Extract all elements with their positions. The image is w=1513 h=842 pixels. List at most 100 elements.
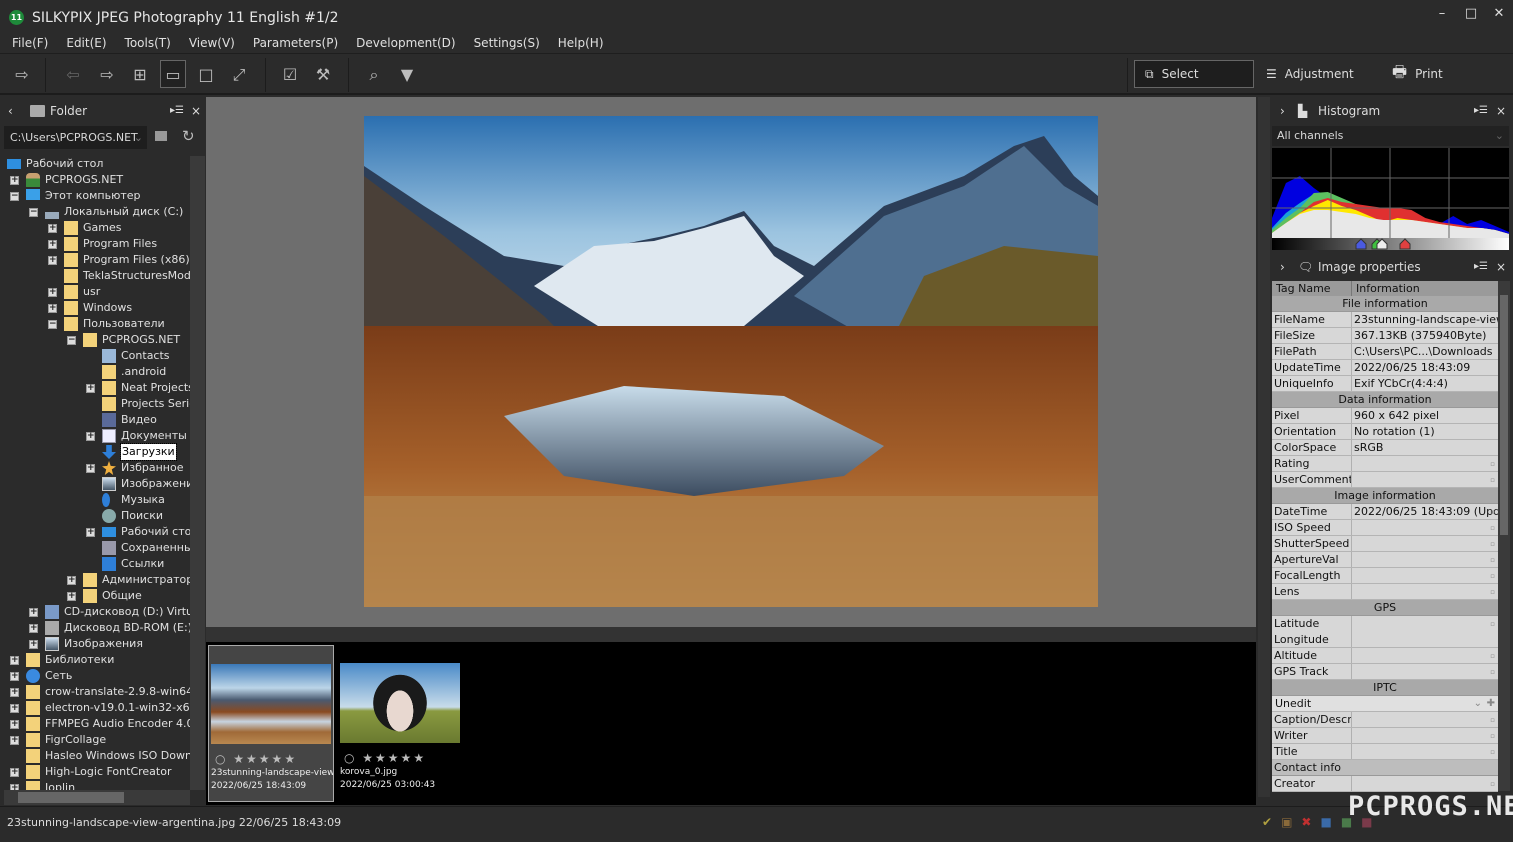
edit-icon[interactable]: ▫ — [1490, 472, 1495, 487]
tree-item[interactable]: .android — [0, 364, 190, 380]
expand-icon[interactable]: + — [10, 720, 19, 729]
tree-item[interactable]: + Документы — [0, 428, 190, 444]
delete-icon[interactable]: ✖ — [1301, 815, 1311, 829]
expand-icon[interactable]: + — [48, 288, 57, 297]
tree-item[interactable]: Рабочий стол — [0, 156, 190, 172]
tag-value[interactable]: ▫ — [1352, 584, 1498, 599]
tree-item[interactable]: Загрузки — [0, 443, 190, 461]
tree-vertical-scrollbar[interactable] — [190, 156, 205, 790]
tree-item[interactable]: + Общие — [0, 588, 190, 604]
edit-icon[interactable]: ▫ — [1490, 584, 1495, 599]
add-icon[interactable]: ✚ — [1487, 696, 1495, 711]
thumbnail-item[interactable]: ○ ★★★★★ korova_0.jpg 2022/06/25 03:00:43 — [338, 645, 464, 802]
tree-item[interactable]: + usr — [0, 284, 190, 300]
menu-item[interactable]: View(V) — [177, 33, 241, 53]
expand-icon[interactable]: + — [10, 656, 19, 665]
menu-item[interactable]: Tools(T) — [113, 33, 177, 53]
tree-item[interactable]: Contacts — [0, 348, 190, 364]
expand-icon[interactable]: + — [29, 640, 38, 649]
preview-photo[interactable] — [364, 116, 1098, 607]
tag-value[interactable]: ▫ — [1352, 744, 1498, 759]
menu-item[interactable]: Help(H) — [546, 33, 610, 53]
channel-dropdown[interactable]: All channels ⌄ — [1272, 126, 1509, 146]
tree-item[interactable]: − Этот компьютер — [0, 188, 190, 204]
expand-icon[interactable]: + — [29, 624, 38, 633]
edit-icon[interactable]: ▫ — [1490, 616, 1495, 632]
panel-menu-icon[interactable]: ▸☰ — [1474, 105, 1488, 116]
tree-item[interactable]: + crow-translate-2.9.8-win64 — [0, 684, 190, 700]
tree-item[interactable]: − Пользователи — [0, 316, 190, 332]
minimize-button[interactable]: – — [1431, 6, 1453, 26]
menu-item[interactable]: Edit(E) — [54, 33, 112, 53]
edit-icon[interactable]: ▫ — [1490, 504, 1495, 519]
preview-horizontal-scrollbar[interactable] — [206, 627, 1256, 642]
tag-value[interactable]: ▫ — [1352, 648, 1498, 663]
menu-item[interactable]: Parameters(P) — [241, 33, 344, 53]
tag-value[interactable]: 2022/06/25 18:43:09 (Updated)▫ — [1352, 504, 1498, 519]
tree-item[interactable]: Музыка — [0, 492, 190, 508]
tree-item[interactable]: Ссылки — [0, 556, 190, 572]
tag-value[interactable]: ▫ — [1352, 472, 1498, 487]
tree-horizontal-scrollbar[interactable] — [4, 790, 190, 805]
panel-close-icon[interactable]: × — [1496, 260, 1506, 274]
tree-item[interactable]: + FigrCollage — [0, 732, 190, 748]
filmstrip-view-icon[interactable]: ▭ — [160, 60, 186, 88]
panel-menu-icon[interactable]: ▸☰ — [170, 105, 184, 116]
tree-item[interactable]: + Рабочий стол — [0, 524, 190, 540]
select-mode-button[interactable]: ⧉ Select — [1134, 60, 1254, 88]
tree-item[interactable]: + Сеть — [0, 668, 190, 684]
menu-item[interactable]: File(F) — [0, 33, 54, 53]
expand-icon[interactable]: + — [86, 464, 95, 473]
forward-icon[interactable]: ⇨ — [96, 64, 118, 86]
iptc-mode-dropdown[interactable]: Unedit ⌄ ✚ — [1272, 696, 1498, 711]
fullscreen-icon[interactable]: ⤢ — [228, 64, 250, 86]
tree-item[interactable]: + electron-v19.0.1-win32-x64 — [0, 700, 190, 716]
tree-item[interactable]: + High-Logic FontCreator — [0, 764, 190, 780]
expand-icon[interactable]: + — [10, 688, 19, 697]
rating-stars[interactable]: ○ ★★★★★ — [215, 752, 297, 766]
tree-item[interactable]: Projects Series — [0, 396, 190, 412]
tag-value[interactable]: ▫ — [1352, 456, 1498, 471]
edit-icon[interactable]: ▫ — [1490, 520, 1495, 535]
tag-value[interactable]: ▫ — [1352, 568, 1498, 583]
menu-item[interactable]: Development(D) — [344, 33, 461, 53]
tree-item[interactable]: + Program Files — [0, 236, 190, 252]
tag-value[interactable]: ▫ — [1352, 712, 1498, 727]
check-icon[interactable]: ✔ — [1262, 815, 1272, 829]
expand-icon[interactable]: + — [29, 608, 38, 617]
tree-item[interactable]: Hasleo Windows ISO Downloader — [0, 748, 190, 764]
tree-item[interactable]: + FFMPEG Audio Encoder 4.0 — [0, 716, 190, 732]
filter-icon[interactable]: ▼ — [396, 64, 418, 86]
tree-item[interactable]: Изображения — [0, 476, 190, 492]
expand-icon[interactable]: › — [1280, 260, 1285, 274]
right-panel-scrollbar[interactable] — [1258, 97, 1270, 797]
expand-icon[interactable]: + — [67, 592, 76, 601]
print-mode-button[interactable]: 🖶 Print — [1382, 60, 1453, 88]
tree-item[interactable]: + Program Files (x86) — [0, 252, 190, 268]
hammer-icon[interactable]: ⚒ — [312, 64, 334, 86]
tag-value[interactable]: ▫ — [1352, 536, 1498, 551]
check-icon[interactable]: ☑ — [279, 64, 301, 86]
single-view-icon[interactable]: □ — [195, 64, 217, 86]
properties-scrollbar[interactable] — [1498, 281, 1510, 791]
tree-item[interactable]: Поиски — [0, 508, 190, 524]
tree-item[interactable]: + CD-дисковод (D:) VirtualBox — [0, 604, 190, 620]
refresh-icon[interactable]: ↻ — [182, 127, 195, 145]
edit-icon[interactable]: ▫ — [1490, 552, 1495, 567]
expand-icon[interactable]: + — [10, 768, 19, 777]
close-button[interactable]: ✕ — [1488, 6, 1510, 26]
expand-icon[interactable]: + — [10, 736, 19, 745]
edit-icon[interactable]: ▫ — [1490, 456, 1495, 471]
tree-item[interactable]: + Games — [0, 220, 190, 236]
edit-icon[interactable]: ▫ — [1490, 664, 1495, 679]
tree-item[interactable]: + Дисковод BD-ROM (E:) — [0, 620, 190, 636]
tree-item[interactable]: + Изображения — [0, 636, 190, 652]
edit-icon[interactable]: ▫ — [1490, 536, 1495, 551]
tree-item[interactable]: + PCPROGS.NET — [0, 172, 190, 188]
panel-close-icon[interactable]: × — [191, 104, 201, 118]
tree-item[interactable]: + Joplin — [0, 780, 190, 790]
tree-item[interactable]: + Neat Projects — [0, 380, 190, 396]
tree-item[interactable]: − PCPROGS.NET — [0, 332, 190, 348]
edit-icon[interactable]: ▫ — [1490, 744, 1495, 759]
tree-item[interactable]: − Локальный диск (C:) — [0, 204, 190, 220]
